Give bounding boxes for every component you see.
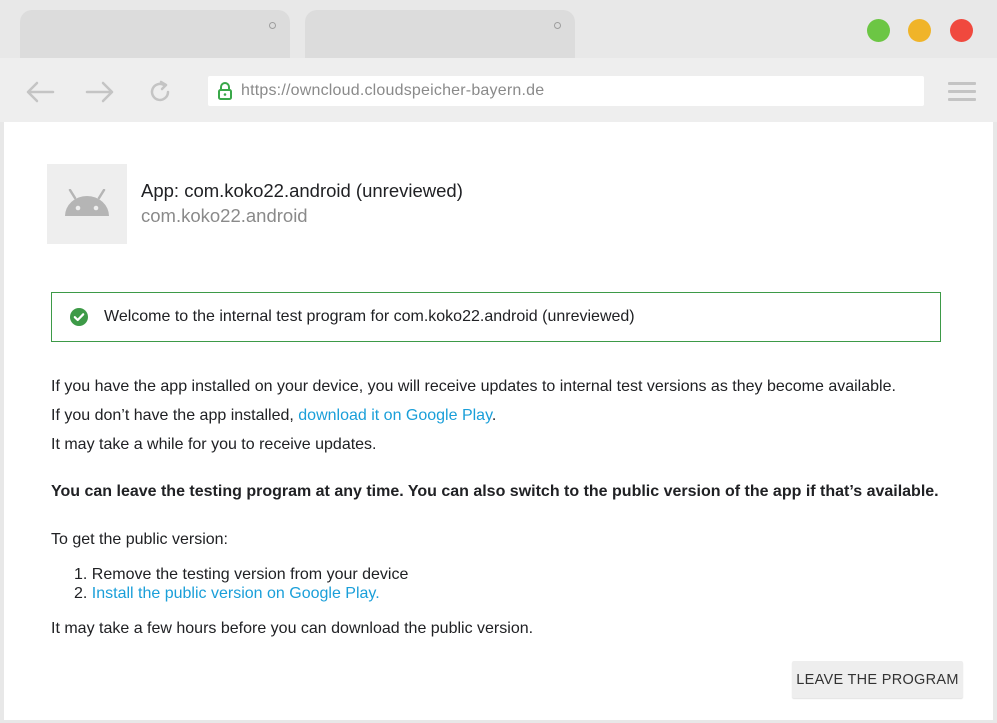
leave-notice: You can leave the testing program at any… <box>51 483 939 500</box>
welcome-banner: Welcome to the internal test program for… <box>51 292 941 342</box>
download-google-play-link[interactable]: download it on Google Play <box>298 407 492 424</box>
url-text: https://owncloud.cloudspeicher-bayern.de <box>241 82 545 99</box>
window-close-button[interactable] <box>950 19 973 42</box>
address-bar[interactable]: https://owncloud.cloudspeicher-bayern.de <box>208 76 924 106</box>
app-icon <box>47 164 127 244</box>
leave-program-button[interactable]: LEAVE THE PROGRAM <box>792 661 963 698</box>
step-item: 2. Install the public version on Google … <box>74 585 408 604</box>
tab-close-icon[interactable] <box>554 22 561 29</box>
info-line-prefix: If you don’t have the app installed, <box>51 407 299 424</box>
page-content: App: com.koko22.android (unreviewed) com… <box>4 122 993 720</box>
info-line-installed: If you have the app installed on your de… <box>51 378 896 395</box>
back-arrow-icon[interactable] <box>24 76 56 108</box>
hamburger-menu-icon[interactable] <box>948 82 976 102</box>
info-line-suffix: . <box>491 407 497 424</box>
public-version-steps: 1. Remove the testing version from your … <box>74 566 408 604</box>
step-text: Remove the testing version from your dev… <box>91 566 409 583</box>
android-icon <box>65 189 109 216</box>
app-package-name: com.koko22.android <box>141 205 308 226</box>
tab-close-icon[interactable] <box>269 22 276 29</box>
welcome-text: Welcome to the internal test program for… <box>104 308 635 325</box>
forward-arrow-icon[interactable] <box>84 76 116 108</box>
app-title: App: com.koko22.android (unreviewed) <box>141 180 463 201</box>
lock-icon <box>217 81 233 101</box>
step-number: 2. <box>74 585 88 602</box>
public-version-note: It may take a few hours before you can d… <box>51 620 534 637</box>
step-item: 1. Remove the testing version from your … <box>74 566 408 585</box>
info-line-not-installed: If you don’t have the app installed, dow… <box>51 407 496 425</box>
browser-tab-1[interactable] <box>20 10 290 58</box>
reload-icon[interactable] <box>144 76 176 108</box>
public-version-heading: To get the public version: <box>51 531 228 548</box>
install-public-version-link[interactable]: Install the public version on Google Pla… <box>92 585 380 602</box>
window-maximize-button[interactable] <box>867 19 890 42</box>
check-circle-icon <box>70 308 88 326</box>
info-line-updates: It may take a while for you to receive u… <box>51 436 377 453</box>
browser-tab-2[interactable] <box>305 10 575 58</box>
step-number: 1. <box>74 566 88 583</box>
window-minimize-button[interactable] <box>908 19 931 42</box>
